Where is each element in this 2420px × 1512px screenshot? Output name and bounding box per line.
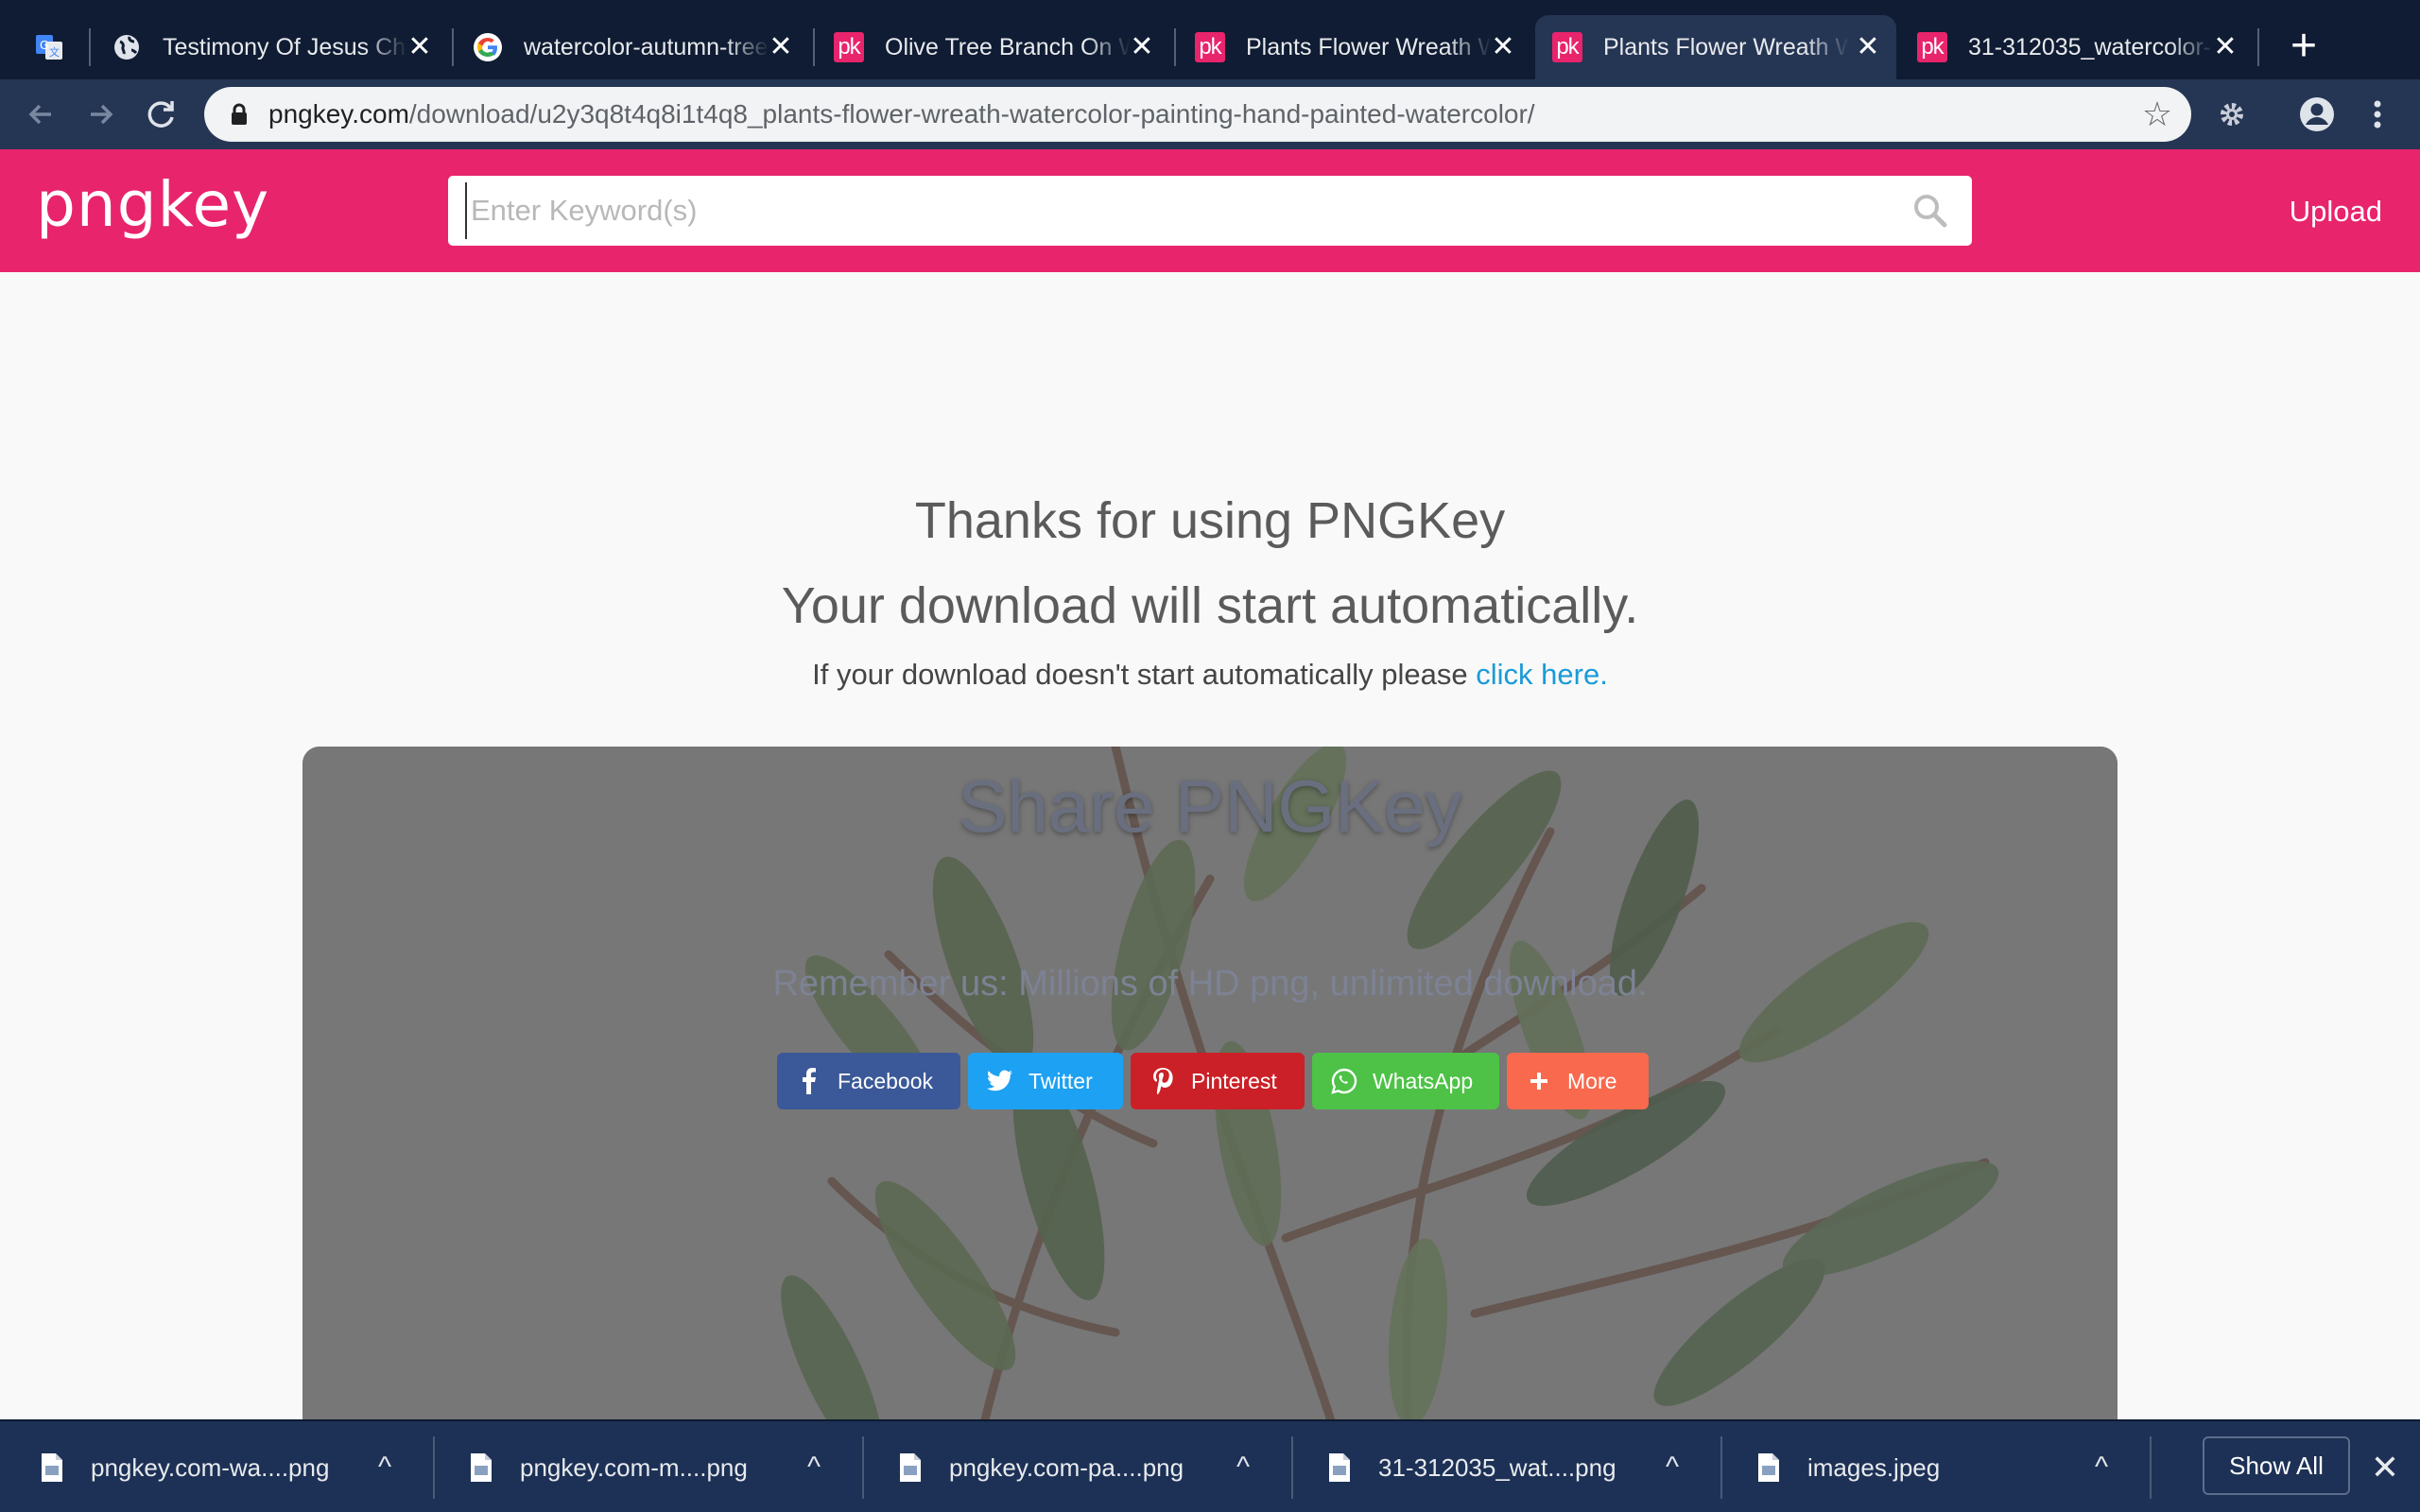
fallback-message: If your download doesn't start automatic… xyxy=(0,658,2420,692)
chevron-up-icon[interactable]: ^ xyxy=(2087,1453,2116,1482)
pngkey-favicon-icon: pk xyxy=(1195,32,1225,62)
thanks-line: Thanks for using PNGKey xyxy=(914,492,1506,549)
tab-olive-branch[interactable]: pk Olive Tree Branch On White ✕ xyxy=(817,15,1170,79)
download-item[interactable]: pngkey.com-wa....png ^ xyxy=(0,1421,427,1512)
pngkey-favicon-icon: pk xyxy=(834,32,864,62)
google-icon xyxy=(473,32,503,62)
close-icon[interactable]: ✕ xyxy=(768,33,794,61)
click-here-link[interactable]: click here. xyxy=(1476,658,1608,691)
download-item[interactable]: pngkey.com-pa....png ^ xyxy=(858,1421,1286,1512)
chevron-up-icon[interactable]: ^ xyxy=(1229,1453,1257,1482)
site-header: pngkey Upload xyxy=(0,149,2420,272)
download-item[interactable]: images.jpeg ^ xyxy=(1717,1421,2144,1512)
upload-link[interactable]: Upload xyxy=(2290,195,2382,229)
url-text: pngkey.com/download/u2y3q8t4q8i1t4q8_pla… xyxy=(268,99,1535,129)
twitter-icon xyxy=(987,1068,1013,1094)
twitter-share-button[interactable]: Twitter xyxy=(968,1053,1123,1109)
file-icon xyxy=(900,1453,921,1482)
close-icon[interactable]: ✕ xyxy=(2369,1451,2401,1485)
search-icon[interactable] xyxy=(1911,192,1949,230)
svg-text:G: G xyxy=(40,39,48,52)
close-icon[interactable]: ✕ xyxy=(1490,33,1516,61)
file-icon xyxy=(1329,1453,1350,1482)
auto-download-line: Your download will start automatically. xyxy=(781,577,1639,634)
kebab-menu-icon[interactable] xyxy=(2356,93,2399,136)
lock-icon[interactable] xyxy=(225,100,253,129)
pinterest-icon xyxy=(1150,1068,1176,1094)
file-icon xyxy=(1758,1453,1779,1482)
pinterest-share-button[interactable]: Pinterest xyxy=(1131,1053,1305,1109)
tab-pinned-translate[interactable]: G文 xyxy=(17,15,83,79)
facebook-icon xyxy=(796,1068,822,1094)
share-panel: Share PNGKey Remember us: Millions of HD… xyxy=(302,747,2118,1427)
translate-icon: G文 xyxy=(34,32,64,62)
close-icon[interactable]: ✕ xyxy=(2212,33,2238,61)
url-path: /download/u2y3q8t4q8i1t4q8_plants-flower… xyxy=(408,99,1535,129)
globe-icon xyxy=(112,32,142,62)
download-page: Thanks for using PNGKey Your download wi… xyxy=(0,272,2420,1427)
share-label: More xyxy=(1567,1068,1617,1093)
tab-title: watercolor-autumn-tree xyxy=(524,33,769,60)
download-filename: pngkey.com-m....png xyxy=(520,1452,748,1482)
tab-title: Testimony Of Jesus Christ xyxy=(163,33,408,60)
download-shelf: pngkey.com-wa....png ^ pngkey.com-m....p… xyxy=(0,1419,2420,1512)
whatsapp-share-button[interactable]: WhatsApp xyxy=(1312,1053,1499,1109)
pngkey-favicon-icon: pk xyxy=(1917,32,1947,62)
download-item[interactable]: pngkey.com-m....png ^ xyxy=(429,1421,856,1512)
tab-title: Plants Flower Wreath Watercolor xyxy=(1603,33,1849,60)
forward-arrow-icon[interactable] xyxy=(78,91,125,138)
facebook-share-button[interactable]: Facebook xyxy=(777,1053,960,1109)
file-icon xyxy=(42,1453,62,1482)
svg-text:文: 文 xyxy=(49,45,60,59)
browser-tab-strip: G文 Testimony Of Jesus Christ ✕ watercolo… xyxy=(0,0,2420,79)
tab-testimony[interactable]: Testimony Of Jesus Christ ✕ xyxy=(95,15,448,79)
close-icon[interactable]: ✕ xyxy=(1129,33,1155,61)
download-item[interactable]: 31-312035_wat....png ^ xyxy=(1288,1421,1715,1512)
pngkey-favicon-icon: pk xyxy=(1552,32,1582,62)
download-filename: 31-312035_wat....png xyxy=(1378,1452,1616,1482)
close-icon[interactable]: ✕ xyxy=(1855,33,1881,61)
tab-title: Olive Tree Branch On White xyxy=(885,33,1131,60)
tab-plants-wreath[interactable]: pk Plants Flower Wreath Watercolor ✕ xyxy=(1178,15,1531,79)
plus-icon xyxy=(1526,1068,1552,1094)
new-tab-button[interactable]: + xyxy=(2280,23,2327,70)
search-input[interactable] xyxy=(465,182,1883,239)
back-arrow-icon[interactable] xyxy=(17,91,64,138)
pngkey-logo[interactable]: pngkey xyxy=(36,168,269,241)
download-filename: pngkey.com-pa....png xyxy=(949,1452,1184,1482)
close-icon[interactable]: ✕ xyxy=(406,33,433,61)
whatsapp-icon xyxy=(1331,1068,1357,1094)
more-share-button[interactable]: More xyxy=(1507,1053,1649,1109)
share-title: Share PNGKey xyxy=(958,765,1462,848)
tab-watercolor-search[interactable]: watercolor-autumn-tree ✕ xyxy=(456,15,809,79)
tab-title: 31-312035_watercolor- xyxy=(1968,33,2212,60)
file-icon xyxy=(471,1453,492,1482)
tab-plants-wreath-active[interactable]: pk Plants Flower Wreath Watercolor ✕ xyxy=(1535,15,1896,79)
tab-title: Plants Flower Wreath Watercolor xyxy=(1246,33,1492,60)
chevron-up-icon[interactable]: ^ xyxy=(1658,1453,1686,1482)
share-subtitle: Remember us: Millions of HD png, unlimit… xyxy=(772,964,1648,1004)
profile-avatar-icon[interactable] xyxy=(2295,93,2339,136)
chevron-up-icon[interactable]: ^ xyxy=(800,1453,828,1482)
share-label: Facebook xyxy=(838,1068,934,1093)
share-label: WhatsApp xyxy=(1373,1068,1474,1093)
address-bar[interactable]: pngkey.com/download/u2y3q8t4q8i1t4q8_pla… xyxy=(204,87,2191,142)
show-all-button[interactable]: Show All xyxy=(2203,1436,2350,1495)
bookmark-star-icon[interactable]: ☆ xyxy=(2140,97,2174,131)
reload-icon[interactable] xyxy=(138,91,185,138)
search-box xyxy=(448,176,1972,246)
browser-toolbar: pngkey.com/download/u2y3q8t4q8i1t4q8_pla… xyxy=(0,79,2420,149)
url-host: pngkey.com xyxy=(268,99,409,129)
share-label: Twitter xyxy=(1028,1068,1093,1093)
download-filename: images.jpeg xyxy=(1807,1452,1941,1482)
chevron-up-icon[interactable]: ^ xyxy=(371,1453,399,1482)
share-label: Pinterest xyxy=(1191,1068,1277,1093)
extension-gear-icon[interactable] xyxy=(2210,93,2254,136)
download-filename: pngkey.com-wa....png xyxy=(91,1452,330,1482)
tab-31-312035[interactable]: pk 31-312035_watercolor- ✕ xyxy=(1900,15,2254,79)
fallback-text: If your download doesn't start automatic… xyxy=(812,658,1468,691)
thanks-heading: Thanks for using PNGKey Your download wi… xyxy=(0,478,2420,648)
